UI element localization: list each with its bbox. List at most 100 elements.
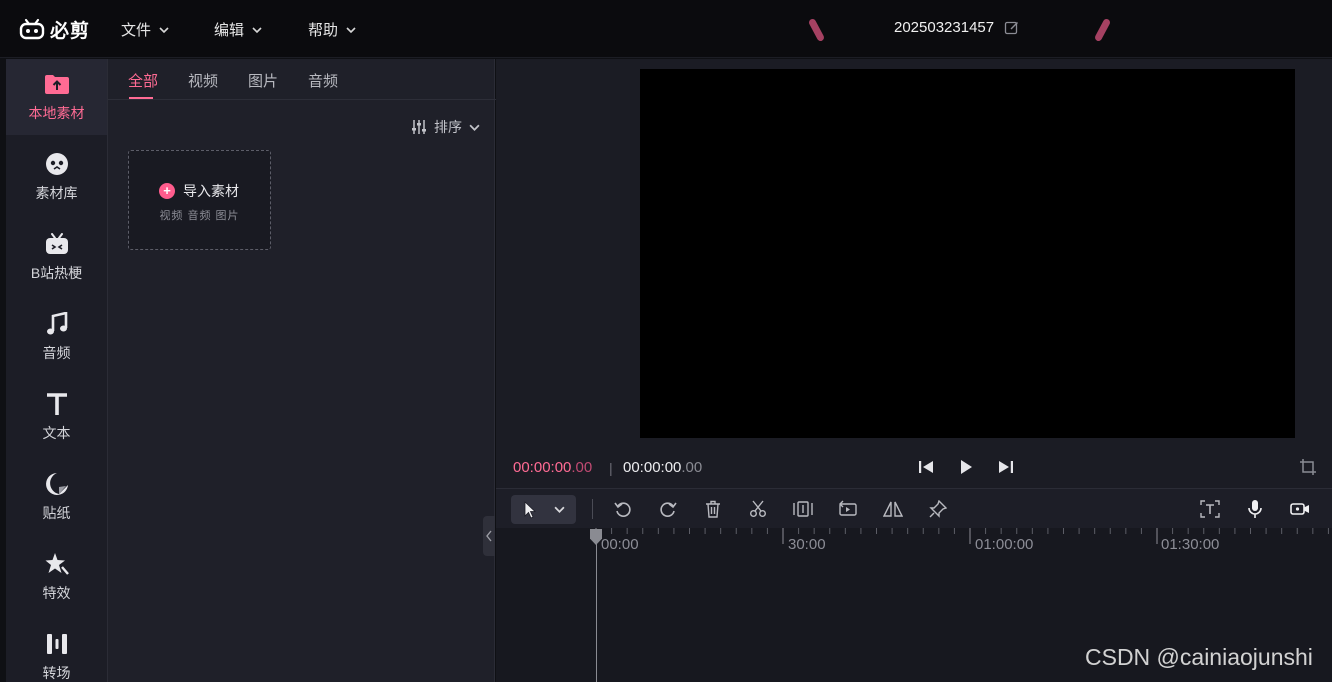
freeze-frame-icon — [793, 501, 813, 517]
current-time: 00:00:00.00 — [513, 459, 592, 476]
top-bar: 必剪 文件 编辑 帮助 202503231457 — [0, 0, 1332, 58]
reverse-button[interactable] — [838, 499, 858, 519]
import-types: 视频 音频 图片 — [159, 210, 240, 222]
ruler-label: 01:30:00 — [1161, 536, 1220, 553]
tab-audio[interactable]: 音频 — [308, 70, 338, 91]
material-library-icon — [44, 151, 70, 177]
preview-canvas[interactable] — [640, 69, 1295, 438]
skip-back-icon — [919, 461, 933, 473]
app-name: 必剪 — [50, 20, 91, 42]
toolbar-divider — [592, 499, 593, 519]
menu-help[interactable]: 帮助 — [308, 19, 356, 40]
sidebar-item-effects[interactable]: 特效 — [6, 539, 107, 615]
sidebar-item-local-media[interactable]: 本地素材 — [6, 59, 107, 135]
import-media-button[interactable]: + 导入素材 视频 音频 图片 — [128, 150, 271, 250]
edit-icon[interactable] — [1004, 20, 1020, 36]
skip-back-button[interactable] — [916, 457, 936, 477]
sidebar-item-sticker[interactable]: 贴纸 — [6, 459, 107, 535]
preview-area: 00:00:00.00 | 00:00:00.00 — [496, 59, 1332, 488]
music-note-icon — [44, 311, 70, 337]
pin-icon — [929, 500, 947, 518]
menu-help-label: 帮助 — [308, 22, 339, 39]
sidebar-item-label: 音频 — [42, 345, 71, 361]
sliders-icon — [412, 120, 426, 134]
sidebar-item-label: 转场 — [42, 665, 71, 681]
timeline-ruler[interactable]: 00:00 30:00 01:00:00 01:30:00 — [496, 528, 1332, 554]
decoration-slash — [1093, 17, 1112, 43]
project-title[interactable]: 202503231457 — [894, 19, 1020, 36]
sidebar-item-bilibili-memes[interactable]: B站热梗 — [6, 219, 107, 295]
reverse-icon — [839, 500, 857, 516]
mirror-button[interactable] — [883, 499, 903, 519]
menu-file-label: 文件 — [121, 22, 152, 39]
chevron-left-icon — [486, 530, 492, 542]
redo-button[interactable] — [658, 499, 678, 519]
menu-edit-label: 编辑 — [214, 22, 245, 39]
record-camera-button[interactable] — [1290, 499, 1310, 519]
panel-collapse-handle[interactable] — [483, 516, 495, 556]
transition-icon — [44, 631, 70, 657]
menu-file[interactable]: 文件 — [121, 19, 169, 40]
plus-icon: + — [159, 183, 175, 199]
split-button[interactable] — [748, 499, 768, 519]
text-t-icon — [44, 391, 70, 417]
time-separator: | — [609, 460, 613, 476]
redo-icon — [660, 502, 677, 517]
chevron-down-icon — [252, 26, 262, 33]
sidebar-item-label: 贴纸 — [42, 505, 71, 521]
ruler-label: 00:00 — [601, 536, 639, 553]
playhead-line — [596, 542, 597, 682]
sidebar-item-label: 素材库 — [35, 185, 78, 201]
watermark: CSDN @cainiaojunshi — [1085, 644, 1313, 670]
play-button[interactable] — [956, 457, 976, 477]
app-window: 必剪 文件 编辑 帮助 202503231457 本地素材 素材库 B站热梗 音… — [0, 0, 1332, 682]
current-time-frames: .00 — [571, 459, 593, 476]
total-time: 00:00:00.00 — [623, 459, 702, 476]
record-voice-button[interactable] — [1245, 499, 1265, 519]
crop-button[interactable] — [1298, 457, 1318, 477]
sort-button[interactable]: 排序 — [411, 117, 480, 137]
decoration-slash — [807, 17, 826, 43]
bilibili-tv-icon — [44, 231, 70, 257]
chevron-down-icon — [346, 26, 356, 33]
freeze-frame-button[interactable] — [793, 499, 813, 519]
current-time-value: 00:00:00 — [513, 459, 572, 476]
select-tool-button[interactable] — [511, 495, 576, 524]
camera-icon — [1290, 503, 1309, 515]
ruler-label: 30:00 — [788, 536, 826, 553]
total-time-value: 00:00:00 — [623, 459, 682, 476]
menu-edit[interactable]: 编辑 — [214, 19, 262, 40]
project-title-text: 202503231457 — [894, 19, 995, 36]
skip-forward-icon — [999, 461, 1013, 473]
media-tabs: 全部 视频 图片 音频 — [108, 59, 496, 100]
sidebar-item-label: B站热梗 — [30, 265, 83, 281]
tab-all[interactable]: 全部 — [128, 70, 158, 91]
sticker-icon — [44, 471, 70, 497]
pin-button[interactable] — [928, 499, 948, 519]
chevron-down-icon[interactable] — [554, 504, 565, 515]
sidebar-item-text[interactable]: 文本 — [6, 379, 107, 455]
ruler-label: 01:00:00 — [975, 536, 1034, 553]
sidebar-item-transition[interactable]: 转场 — [6, 619, 107, 682]
tab-video[interactable]: 视频 — [188, 70, 218, 91]
skip-forward-button[interactable] — [996, 457, 1016, 477]
undo-button[interactable] — [613, 499, 633, 519]
effects-star-icon — [44, 551, 70, 577]
import-label: 导入素材 — [183, 183, 239, 199]
app-logo: 必剪 — [18, 16, 90, 42]
edit-toolbar — [496, 488, 1332, 528]
text-recognition-button[interactable] — [1200, 499, 1220, 519]
undo-icon — [614, 502, 631, 517]
text-recognize-icon — [1200, 500, 1220, 518]
import-main: + 导入素材 — [159, 181, 239, 201]
delete-button[interactable] — [703, 499, 723, 519]
sidebar-item-audio[interactable]: 音频 — [6, 299, 107, 375]
cursor-arrow-icon — [524, 500, 537, 519]
sidebar-item-material-library[interactable]: 素材库 — [6, 139, 107, 215]
scissors-icon — [750, 500, 766, 517]
folder-upload-icon — [44, 71, 70, 97]
mirror-flip-icon — [883, 501, 903, 517]
crop-icon — [1300, 459, 1316, 475]
tab-image[interactable]: 图片 — [248, 70, 278, 91]
play-icon — [961, 460, 972, 474]
